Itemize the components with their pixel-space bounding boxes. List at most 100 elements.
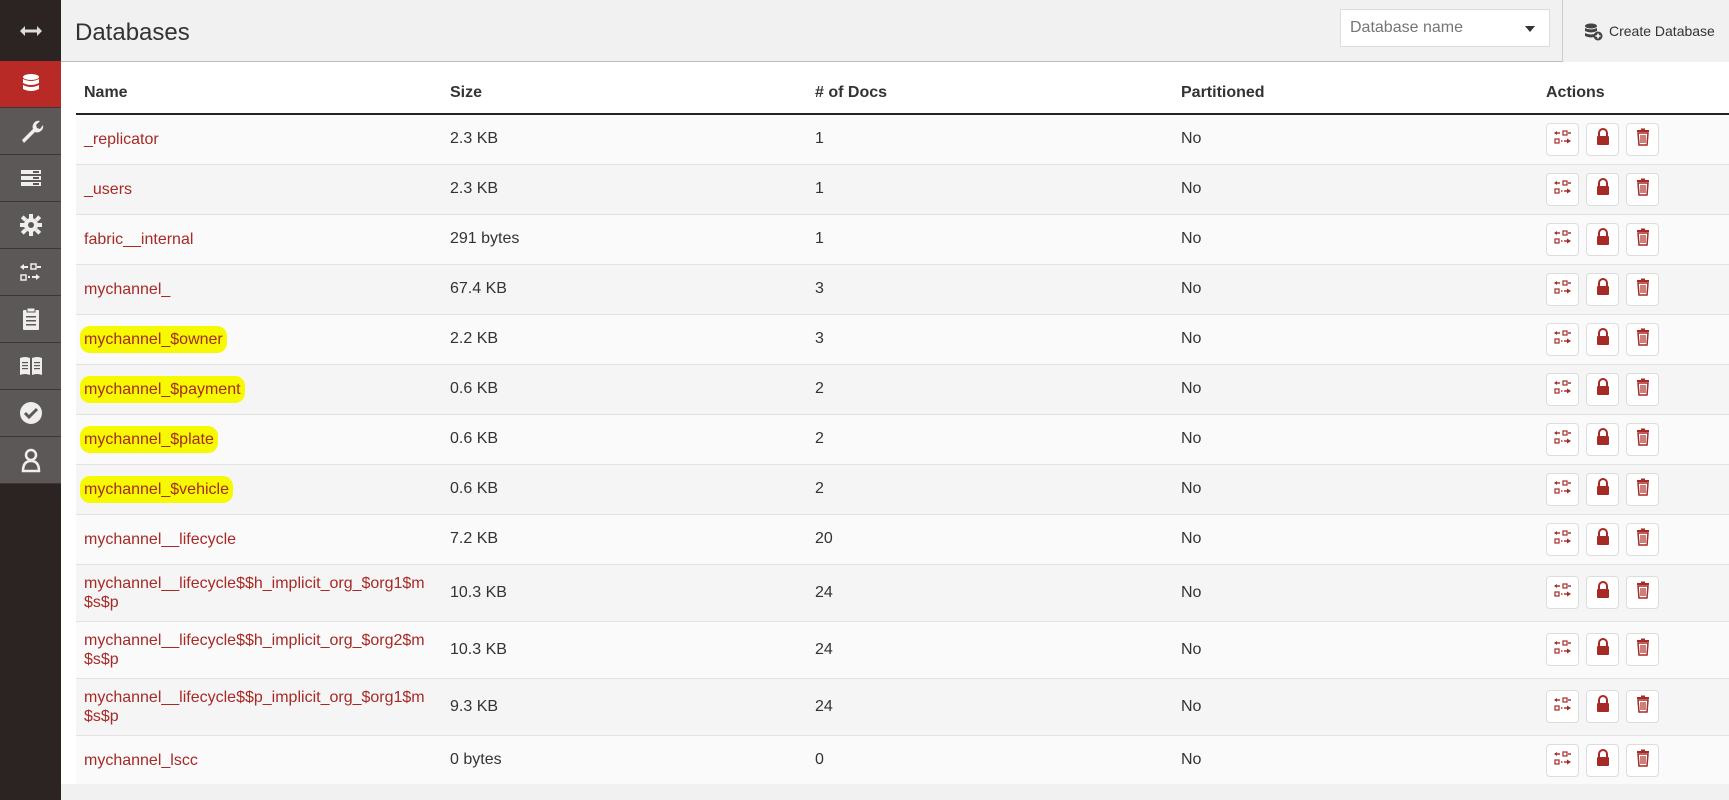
delete-button[interactable] [1626,322,1659,356]
db-name-link[interactable]: _users [84,180,132,199]
lock-icon [1593,694,1613,719]
db-actions-cell [1538,677,1729,735]
db-actions-cell [1538,363,1729,414]
replicate-button[interactable] [1546,576,1579,609]
replicate-button[interactable] [1546,272,1579,306]
sidebar-item-logs[interactable] [0,296,61,343]
create-database-label: Create Database [1609,23,1715,39]
db-docs-cell: 3 [807,263,1173,314]
delete-button[interactable] [1626,372,1659,406]
trash-icon [1633,277,1653,302]
double-arrow-icon [19,25,42,36]
db-size-cell: 2.2 KB [442,313,807,364]
header-size[interactable]: Size [442,62,807,115]
permissions-button[interactable] [1586,522,1619,556]
replicate-button[interactable] [1546,690,1579,723]
db-name-link[interactable]: mychannel_$plate [84,429,214,449]
db-name-link[interactable]: mychannel_lscc [84,751,198,770]
trash-icon [1633,327,1653,352]
delete-button[interactable] [1626,222,1659,256]
db-partitioned-cell: No [1173,463,1538,514]
replicate-button[interactable] [1546,322,1579,356]
delete-button[interactable] [1626,172,1659,206]
database-name-input[interactable] [1341,10,1521,46]
delete-button[interactable] [1626,422,1659,456]
db-name-link[interactable]: mychannel__lifecycle$$p_implicit_org_$or… [84,688,434,726]
permissions-button[interactable] [1586,743,1619,777]
db-name-link[interactable]: mychannel_ [84,280,170,299]
permissions-button[interactable] [1586,576,1619,609]
db-name-link[interactable]: mychannel__lifecycle$$h_implicit_org_$or… [84,631,434,669]
delete-button[interactable] [1626,472,1659,506]
header-partitioned[interactable]: Partitioned [1173,62,1538,115]
permissions-button[interactable] [1586,322,1619,356]
replicate-button[interactable] [1546,172,1579,206]
db-docs-cell: 1 [807,113,1173,164]
db-name-cell: mychannel_lscc [76,734,442,785]
replicate-button[interactable] [1546,522,1579,556]
replicate-button[interactable] [1546,372,1579,406]
permissions-button[interactable] [1586,222,1619,256]
replication-icon [1553,748,1573,773]
delete-button[interactable] [1626,633,1659,666]
sidebar-item-documentation[interactable] [0,343,61,390]
db-actions-cell [1538,213,1729,264]
lock-icon [1593,377,1613,402]
lock-icon [1593,477,1613,502]
db-size-cell: 0 bytes [442,734,807,785]
permissions-button[interactable] [1586,472,1619,506]
database-icon [22,74,39,91]
db-name-link[interactable]: mychannel_$payment [84,379,241,399]
table-row: mychannel_$payment 0.6 KB 2 No [76,363,1729,414]
db-name-link[interactable]: fabric__internal [84,230,193,249]
trash-icon [1633,427,1653,452]
db-actions-cell [1538,163,1729,214]
db-name-link[interactable]: mychannel_$owner [84,329,223,349]
db-actions-cell [1538,113,1729,164]
replicate-button[interactable] [1546,122,1579,156]
sidebar-item-setup[interactable] [0,108,61,155]
replication-icon [1553,694,1573,719]
database-name-select[interactable] [1340,9,1550,47]
table-header-row: Name Size # of Docs Partitioned Actions [76,62,1729,115]
databases-table: Name Size # of Docs Partitioned Actions … [76,62,1729,785]
delete-button[interactable] [1626,522,1659,556]
permissions-button[interactable] [1586,172,1619,206]
sidebar-item-user[interactable] [0,437,61,484]
chevron-down-icon[interactable] [1525,26,1535,32]
databases-panel: Name Size # of Docs Partitioned Actions … [61,62,1729,785]
permissions-button[interactable] [1586,272,1619,306]
db-name-link[interactable]: mychannel__lifecycle$$h_implicit_org_$or… [84,574,434,612]
permissions-button[interactable] [1586,372,1619,406]
delete-button[interactable] [1626,576,1659,609]
permissions-button[interactable] [1586,690,1619,723]
db-actions-cell [1538,734,1729,785]
db-name-link[interactable]: mychannel_$vehicle [84,479,229,499]
lock-icon [1593,637,1613,662]
db-name-link[interactable]: mychannel__lifecycle [84,530,236,549]
sidebar-item-active-tasks[interactable] [0,155,61,202]
header-name[interactable]: Name [76,62,442,115]
create-database-button[interactable]: Create Database [1562,0,1729,62]
permissions-button[interactable] [1586,422,1619,456]
sidebar-item-replication[interactable] [0,249,61,296]
sidebar-item-config[interactable] [0,202,61,249]
delete-button[interactable] [1626,122,1659,156]
delete-button[interactable] [1626,272,1659,306]
permissions-button[interactable] [1586,633,1619,666]
sidebar-item-verify[interactable] [0,390,61,437]
sidebar-item-databases[interactable] [0,61,61,108]
delete-button[interactable] [1626,690,1659,723]
delete-button[interactable] [1626,743,1659,777]
db-name-link[interactable]: _replicator [84,130,159,149]
sidebar-toggle[interactable] [0,0,61,61]
db-docs-cell: 24 [807,620,1173,678]
replicate-button[interactable] [1546,633,1579,666]
header-docs[interactable]: # of Docs [807,62,1173,115]
permissions-button[interactable] [1586,122,1619,156]
replicate-button[interactable] [1546,222,1579,256]
replicate-button[interactable] [1546,743,1579,777]
replicate-button[interactable] [1546,422,1579,456]
replicate-button[interactable] [1546,472,1579,506]
db-partitioned-cell: No [1173,677,1538,735]
